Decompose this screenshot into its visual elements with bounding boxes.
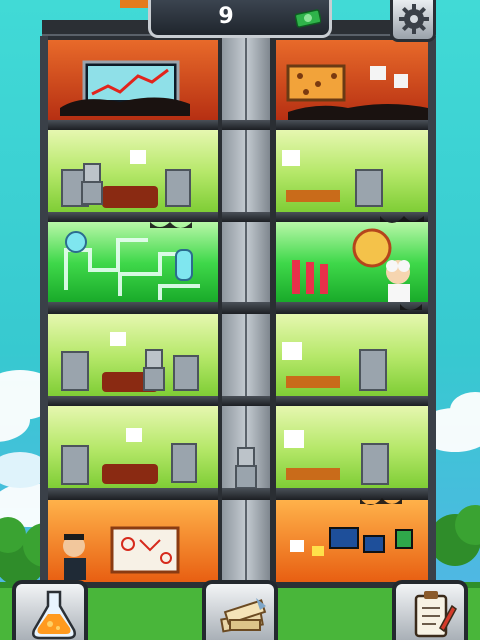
gear-icon (399, 4, 429, 34)
settings-button[interactable] (390, 0, 436, 42)
cash-bundle-icon (294, 8, 322, 28)
robot-3 (235, 447, 257, 489)
robot-1 (81, 163, 103, 205)
robot-2 (143, 349, 165, 391)
tower-scene (0, 0, 480, 640)
cash-counter: 9 (148, 0, 332, 38)
potion-flask-icon (32, 590, 76, 640)
clipboard-quest-icon (414, 591, 457, 638)
cash-stack-icon (220, 598, 267, 633)
potion-button[interactable] (12, 580, 88, 640)
cash-count: 9 (218, 4, 234, 29)
quests-button[interactable] (392, 580, 468, 640)
cash-shop-button[interactable] (202, 580, 278, 640)
